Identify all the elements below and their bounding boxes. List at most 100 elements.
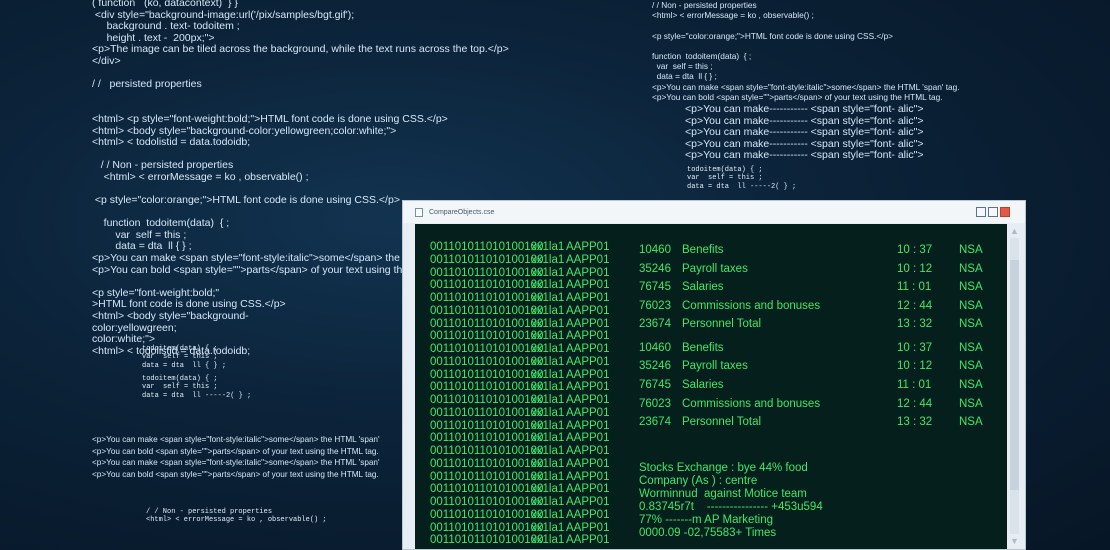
binary-tag: AAPP01 bbox=[566, 304, 610, 317]
binary-value: 001101011010100100 bbox=[430, 279, 544, 292]
binary-value: 001101011010100100 bbox=[430, 521, 544, 534]
binary-row: 001101011010100100xx1la1 AAPP01 bbox=[430, 330, 609, 343]
binary-code: xx1la1 bbox=[531, 521, 565, 534]
code-line: <p>You can bold <span style="">parts</sp… bbox=[652, 91, 943, 102]
binary-code: xx1la1 bbox=[531, 355, 565, 368]
code-block-top-right: / / Non - persisted properties <html> < e… bbox=[652, 0, 960, 102]
code-line: </div> bbox=[92, 54, 121, 67]
record-status: NSA bbox=[959, 299, 983, 312]
binary-tag: AAPP01 bbox=[566, 521, 610, 534]
record-status: NSA bbox=[959, 281, 983, 294]
binary-code: xx1la1 bbox=[531, 457, 565, 470]
record-label: Personnel Total bbox=[682, 416, 762, 429]
binary-code: xx1la1 bbox=[531, 253, 565, 266]
record-label: Benefits bbox=[682, 244, 724, 256]
code-line: function todoitem(data) { ; bbox=[652, 51, 752, 62]
binary-tag: AAPP01 bbox=[566, 330, 610, 343]
binary-tag: AAPP01 bbox=[566, 241, 610, 253]
minimize-button[interactable] bbox=[976, 207, 986, 217]
record-time: 10 : 12 bbox=[897, 360, 933, 373]
record-label: Payroll taxes bbox=[682, 360, 748, 373]
compare-objects-window[interactable]: CompareObjects.cse 001101011010100100xx1… bbox=[402, 200, 1026, 550]
binary-code: xx1la1 bbox=[531, 368, 565, 381]
binary-code: xx1la1 bbox=[531, 317, 565, 330]
code-block-right-list: <p>You can make----------- <span style="… bbox=[685, 103, 923, 162]
record-status: NSA bbox=[959, 244, 983, 256]
binary-tag: AAPP01 bbox=[566, 470, 610, 483]
window-titlebar[interactable]: CompareObjects.cse bbox=[403, 201, 1025, 223]
scroll-down-arrow-icon[interactable]: ▼ bbox=[1010, 536, 1019, 546]
binary-row: 001101011010100100xx1la1 AAPP01 bbox=[430, 356, 609, 369]
binary-row: 001101011010100100xx1la1 AAPP01 bbox=[430, 292, 609, 305]
record-label: Salaries bbox=[682, 281, 724, 294]
document-icon bbox=[415, 207, 423, 217]
record-time: 11 : 01 bbox=[897, 378, 932, 391]
record-status: NSA bbox=[959, 341, 983, 354]
code-line: / / persisted properties bbox=[92, 78, 202, 91]
binary-value: 001101011010100100 bbox=[430, 445, 544, 457]
note-line: 77% -------m AP Marketing bbox=[639, 514, 773, 526]
binary-tag: AAPP01 bbox=[566, 279, 610, 292]
binary-row: 001101011010100100xx1la1 AAPP01 bbox=[430, 458, 609, 471]
code-block-mono-right: todoitem(data) { ; var self = this ; data … bbox=[687, 166, 796, 191]
binary-tag: AAPP01 bbox=[566, 253, 610, 266]
code-line: todoitem(data) { ; bbox=[142, 345, 218, 353]
code-line: <p>You can make <span style="font-style:… bbox=[652, 81, 960, 92]
code-line: <html> <p style="font-weight:bold;">HTML… bbox=[92, 112, 448, 125]
scroll-thumb[interactable] bbox=[1010, 260, 1019, 490]
record-status: NSA bbox=[959, 397, 983, 410]
code-line: data = dta ll -----2( } ; bbox=[687, 182, 797, 191]
binary-tag: AAPP01 bbox=[566, 406, 610, 419]
binary-value: 001101011010100100 bbox=[430, 355, 544, 368]
note-line: 0.83745r7t ---------------- +453u594 bbox=[639, 501, 823, 513]
code-line: / / Non - persisted properties bbox=[146, 508, 273, 516]
close-button[interactable] bbox=[1000, 207, 1010, 217]
vertical-scrollbar[interactable]: ▲ ▼ bbox=[1006, 224, 1023, 546]
record-time: 11 : 01 bbox=[897, 281, 932, 294]
record-label: Personnel Total bbox=[682, 318, 762, 331]
code-block-mono-left-1: todoitem(data) { ; var self = this ; data … bbox=[142, 345, 226, 370]
binary-value: 001101011010100100 bbox=[430, 432, 544, 445]
record-time: 12 : 44 bbox=[897, 397, 933, 410]
binary-value: 001101011010100100 bbox=[430, 483, 544, 496]
binary-tag: AAPP01 bbox=[566, 534, 610, 547]
code-line: <html> < errorMessage = ko , observable(… bbox=[92, 170, 309, 183]
binary-row: 001101011010100100xx1la1 AAPP01 bbox=[430, 267, 609, 280]
record-time: 12 : 44 bbox=[897, 299, 933, 312]
binary-row: 001101011010100100xx1la1 AAPP01 bbox=[430, 279, 609, 292]
maximize-button[interactable] bbox=[988, 207, 998, 217]
record-number: 76023 bbox=[639, 299, 671, 312]
code-line: data = dta ll { } ; bbox=[142, 361, 227, 370]
record-number: 35246 bbox=[639, 360, 671, 373]
binary-tag: AAPP01 bbox=[566, 266, 610, 279]
terminal-content[interactable]: 001101011010100100xx1la1 AAPP01 0011010110… bbox=[415, 224, 1007, 549]
code-line: <p>You can bold <span style="">parts</sp… bbox=[92, 469, 379, 479]
binary-tag: AAPP01 bbox=[566, 381, 610, 394]
record-time: 10 : 37 bbox=[897, 341, 933, 354]
binary-value: 001101011010100100 bbox=[430, 304, 544, 317]
binary-value: 001101011010100100 bbox=[430, 406, 544, 419]
binary-code: xx1la1 bbox=[531, 483, 565, 496]
scroll-track[interactable] bbox=[1010, 238, 1019, 534]
record-label: Commissions and bonuses bbox=[682, 397, 821, 410]
record-status: NSA bbox=[959, 360, 983, 373]
binary-value: 001101011010100100 bbox=[430, 419, 544, 432]
note-line: Company (As ) : centre bbox=[639, 475, 758, 487]
binary-row: 001101011010100100xx1la1 AAPP01 bbox=[430, 305, 609, 318]
binary-code: xx1la1 bbox=[531, 406, 565, 419]
code-line: <html> < errorMessage = ko , observable(… bbox=[146, 516, 327, 525]
record-label: Commissions and bonuses bbox=[682, 299, 821, 312]
binary-code: xx1la1 bbox=[531, 432, 565, 445]
scroll-up-arrow-icon[interactable]: ▲ bbox=[1010, 226, 1019, 236]
binary-row: 001101011010100100xx1la1 AAPP01 bbox=[430, 509, 609, 522]
code-line: <p>You can make <span style="font-style:… bbox=[92, 458, 380, 467]
binary-value: 001101011010100100 bbox=[430, 457, 544, 470]
binary-row: 001101011010100100xx1la1 AAPP01 bbox=[430, 445, 609, 458]
record-number: 35246 bbox=[639, 262, 671, 275]
code-line: var self = this ; bbox=[142, 383, 218, 392]
binary-code: xx1la1 bbox=[531, 292, 565, 304]
binary-value: 001101011010100100 bbox=[430, 368, 544, 381]
code-line: var self = this ; bbox=[687, 174, 763, 183]
